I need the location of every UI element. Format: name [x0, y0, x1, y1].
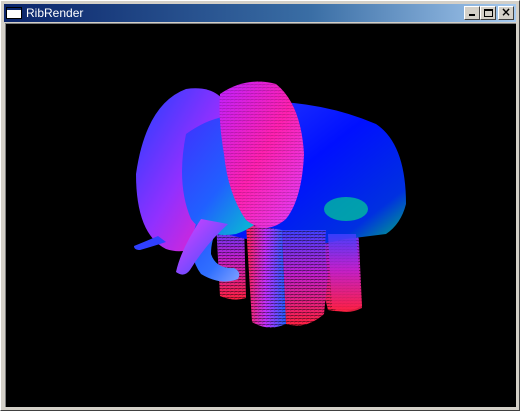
close-button[interactable]: × [498, 5, 514, 20]
green-highlight [324, 197, 368, 221]
application-window: RibRender × [0, 0, 520, 411]
render-viewport[interactable] [5, 23, 516, 407]
maximize-button[interactable] [480, 6, 496, 20]
window-title: RibRender [26, 6, 84, 20]
maximize-icon [484, 9, 493, 17]
system-menu-icon[interactable] [6, 7, 22, 19]
caption-buttons: × [464, 5, 514, 20]
elephant-render [134, 81, 406, 328]
close-icon: × [501, 5, 512, 19]
minimize-button[interactable] [464, 6, 480, 20]
minimize-icon [469, 14, 475, 16]
title-bar[interactable]: RibRender × [4, 4, 516, 22]
